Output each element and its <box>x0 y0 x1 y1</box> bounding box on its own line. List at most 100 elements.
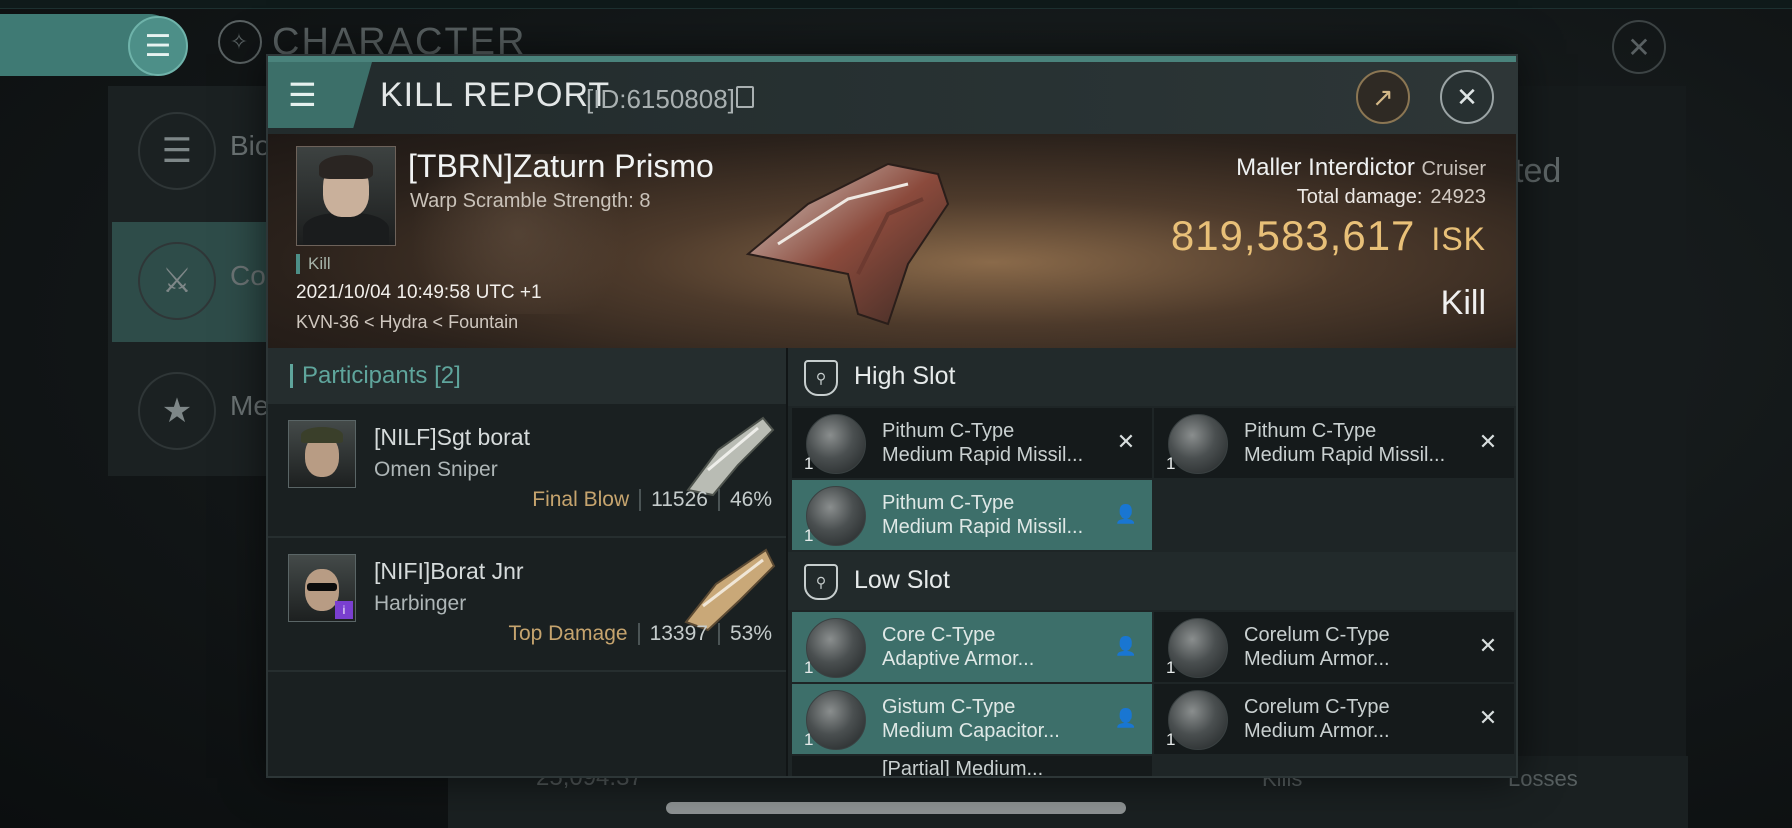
participant-role: Final Blow <box>532 488 630 511</box>
armor-repairer-icon <box>1168 690 1228 750</box>
main-menu-button[interactable]: ☰ <box>128 16 188 76</box>
fitting-item[interactable]: 1 Pithum C-Type Medium Rapid Missil... ✕ <box>792 408 1152 478</box>
armor-repairer-icon <box>1168 618 1228 678</box>
victim-subtitle: Warp Scramble Strength: 8 <box>410 190 651 212</box>
isk-value: 819,583,617 ISK <box>1171 212 1486 260</box>
capacitor-icon <box>806 690 866 750</box>
kill-report-id: [ID:6150808] <box>586 84 735 114</box>
fitting-item[interactable]: 1 Gistum C-Type Medium Capacitor... 👤 <box>792 684 1152 754</box>
kill-report-window: ☰ KILL REPORT [ID:6150808] ↗ ✕ [TBRN]Zat… <box>266 54 1518 778</box>
participant-stats: Top Damage 13397 53% <box>508 622 772 646</box>
kill-report-title: KILL REPORT <box>380 76 611 114</box>
character-close-button[interactable]: ✕ <box>1612 20 1666 74</box>
kill-location[interactable]: KVN-36 < Hydra < Fountain <box>296 312 518 333</box>
item-quantity: 1 <box>1166 454 1176 473</box>
info-badge-icon: i <box>335 601 353 619</box>
total-damage-value: 24923 <box>1430 186 1486 208</box>
close-icon: ✕ <box>1456 81 1478 112</box>
participant-ship-image[interactable] <box>678 544 778 634</box>
armor-hardener-icon <box>806 618 866 678</box>
item-type: Medium Rapid Missil... <box>882 444 1084 466</box>
participants-title: Participants [2] <box>302 362 461 390</box>
victim-portrait[interactable] <box>296 146 396 246</box>
high-slot-title: High Slot <box>854 362 956 390</box>
destroyed-icon: ✕ <box>1478 429 1498 454</box>
kill-timestamp: 2021/10/04 10:49:58 UTC +1 <box>296 282 542 303</box>
launcher-icon <box>806 486 866 546</box>
victim-ship-type[interactable]: Maller Interdictor Cruiser <box>1236 154 1486 182</box>
participant-row[interactable]: [NILF]Sgt borat Omen Sniper Final Blow 1… <box>268 404 786 538</box>
sidebar-item-combat[interactable]: ⚔ Co <box>112 222 268 342</box>
participant-name: [NILF]Sgt borat <box>374 424 530 450</box>
participants-panel: Participants [2] [NILF]Sgt borat Omen Sn… <box>268 348 788 776</box>
fitting-item[interactable]: 1 Corelum C-Type Medium Armor... ✕ <box>1154 612 1514 682</box>
dropped-person-icon: 👤 <box>1114 707 1138 728</box>
kill-tag: Kill <box>296 254 331 274</box>
high-slot-icon: ⚲ <box>804 360 838 396</box>
participant-ship-image[interactable] <box>678 410 778 500</box>
item-quantity: 1 <box>1166 730 1176 749</box>
participant-percent: 53% <box>729 622 772 645</box>
background-losses-label[interactable]: Losses <box>1508 766 1578 792</box>
hamburger-icon: ☰ <box>288 77 317 113</box>
destroyed-icon: ✕ <box>1478 705 1498 730</box>
victim-banner: [TBRN]Zaturn Prismo Warp Scramble Streng… <box>268 134 1516 348</box>
menu-lines-icon: ☰ <box>138 112 216 190</box>
fitting-item[interactable]: 1 Corelum C-Type Medium Armor... ✕ <box>1154 684 1514 754</box>
item-name: Core C-Type <box>882 624 996 646</box>
dropped-person-icon: 👤 <box>1114 635 1138 656</box>
participant-avatar[interactable] <box>288 420 356 488</box>
participants-count: [2] <box>434 362 461 389</box>
item-type: Medium Armor... <box>1244 720 1390 742</box>
item-name: [Partial] Medium... <box>882 758 1044 776</box>
ship-class: Cruiser <box>1421 158 1486 180</box>
fitting-item-partial[interactable]: [Partial] Medium... <box>792 756 1152 776</box>
item-quantity: 1 <box>804 526 814 545</box>
low-slot-icon: ⚲ <box>804 564 838 600</box>
item-name: Corelum C-Type <box>1244 624 1390 646</box>
item-name: Pithum C-Type <box>1244 420 1377 442</box>
low-slot-title: Low Slot <box>854 566 950 594</box>
ship-render[interactable] <box>738 144 968 334</box>
dropped-person-icon: 👤 <box>1114 503 1138 524</box>
fitting-item[interactable]: 1 Core C-Type Adaptive Armor... 👤 <box>792 612 1152 682</box>
high-slot-header: ⚲ High Slot <box>788 348 1516 406</box>
sidebar-item-bio[interactable]: ☰ Bio <box>112 92 270 212</box>
background-right-text: ted <box>1514 152 1562 190</box>
copy-icon[interactable] <box>736 86 754 108</box>
participant-damage: 13397 <box>649 622 708 645</box>
participant-damage: 11526 <box>651 488 708 511</box>
item-name: Gistum C-Type <box>882 696 1016 718</box>
background-right-panel <box>1510 86 1686 826</box>
participant-name: [NIFI]Borat Jnr <box>374 558 524 584</box>
sidebar-item-medals[interactable]: ★ Me <box>112 352 269 472</box>
participants-label: Participants <box>302 362 428 389</box>
participant-avatar[interactable]: i <box>288 554 356 622</box>
item-type: Medium Armor... <box>1244 648 1390 670</box>
item-type: Medium Rapid Missil... <box>1244 444 1446 466</box>
fitting-item[interactable]: 1 Pithum C-Type Medium Rapid Missil... 👤 <box>792 480 1152 550</box>
horizontal-scroll-indicator[interactable] <box>666 802 1126 814</box>
victim-name[interactable]: [TBRN]Zaturn Prismo <box>408 148 714 185</box>
fitting-panel: ⚲ High Slot 1 Pithum C-Type Medium Rapid… <box>788 348 1516 776</box>
participants-header: Participants [2] <box>268 348 786 404</box>
low-slot-header: ⚲ Low Slot <box>788 552 1516 610</box>
share-button[interactable]: ↗ <box>1356 70 1410 124</box>
destroyed-icon: ✕ <box>1478 633 1498 658</box>
total-damage-label: Total damage: <box>1296 186 1423 208</box>
ship-name: Maller Interdictor <box>1236 154 1415 181</box>
top-status-strip <box>0 0 1792 9</box>
fitting-item[interactable]: 1 Pithum C-Type Medium Rapid Missil... ✕ <box>1154 408 1514 478</box>
crossed-swords-icon: ⚔ <box>138 242 216 320</box>
participant-stats: Final Blow 11526 46% <box>532 488 772 512</box>
external-link-icon: ↗ <box>1372 81 1394 112</box>
participant-row[interactable]: i [NIFI]Borat Jnr Harbinger Top Damage 1… <box>268 538 786 672</box>
participant-percent: 46% <box>729 488 772 511</box>
total-damage: Total damage: 24923 <box>1297 186 1486 209</box>
item-name: Pithum C-Type <box>882 420 1015 442</box>
item-name: Corelum C-Type <box>1244 696 1390 718</box>
destroyed-icon: ✕ <box>1116 429 1136 454</box>
close-button[interactable]: ✕ <box>1440 70 1494 124</box>
result-label: Kill <box>1440 284 1486 322</box>
participant-role: Top Damage <box>508 622 628 645</box>
